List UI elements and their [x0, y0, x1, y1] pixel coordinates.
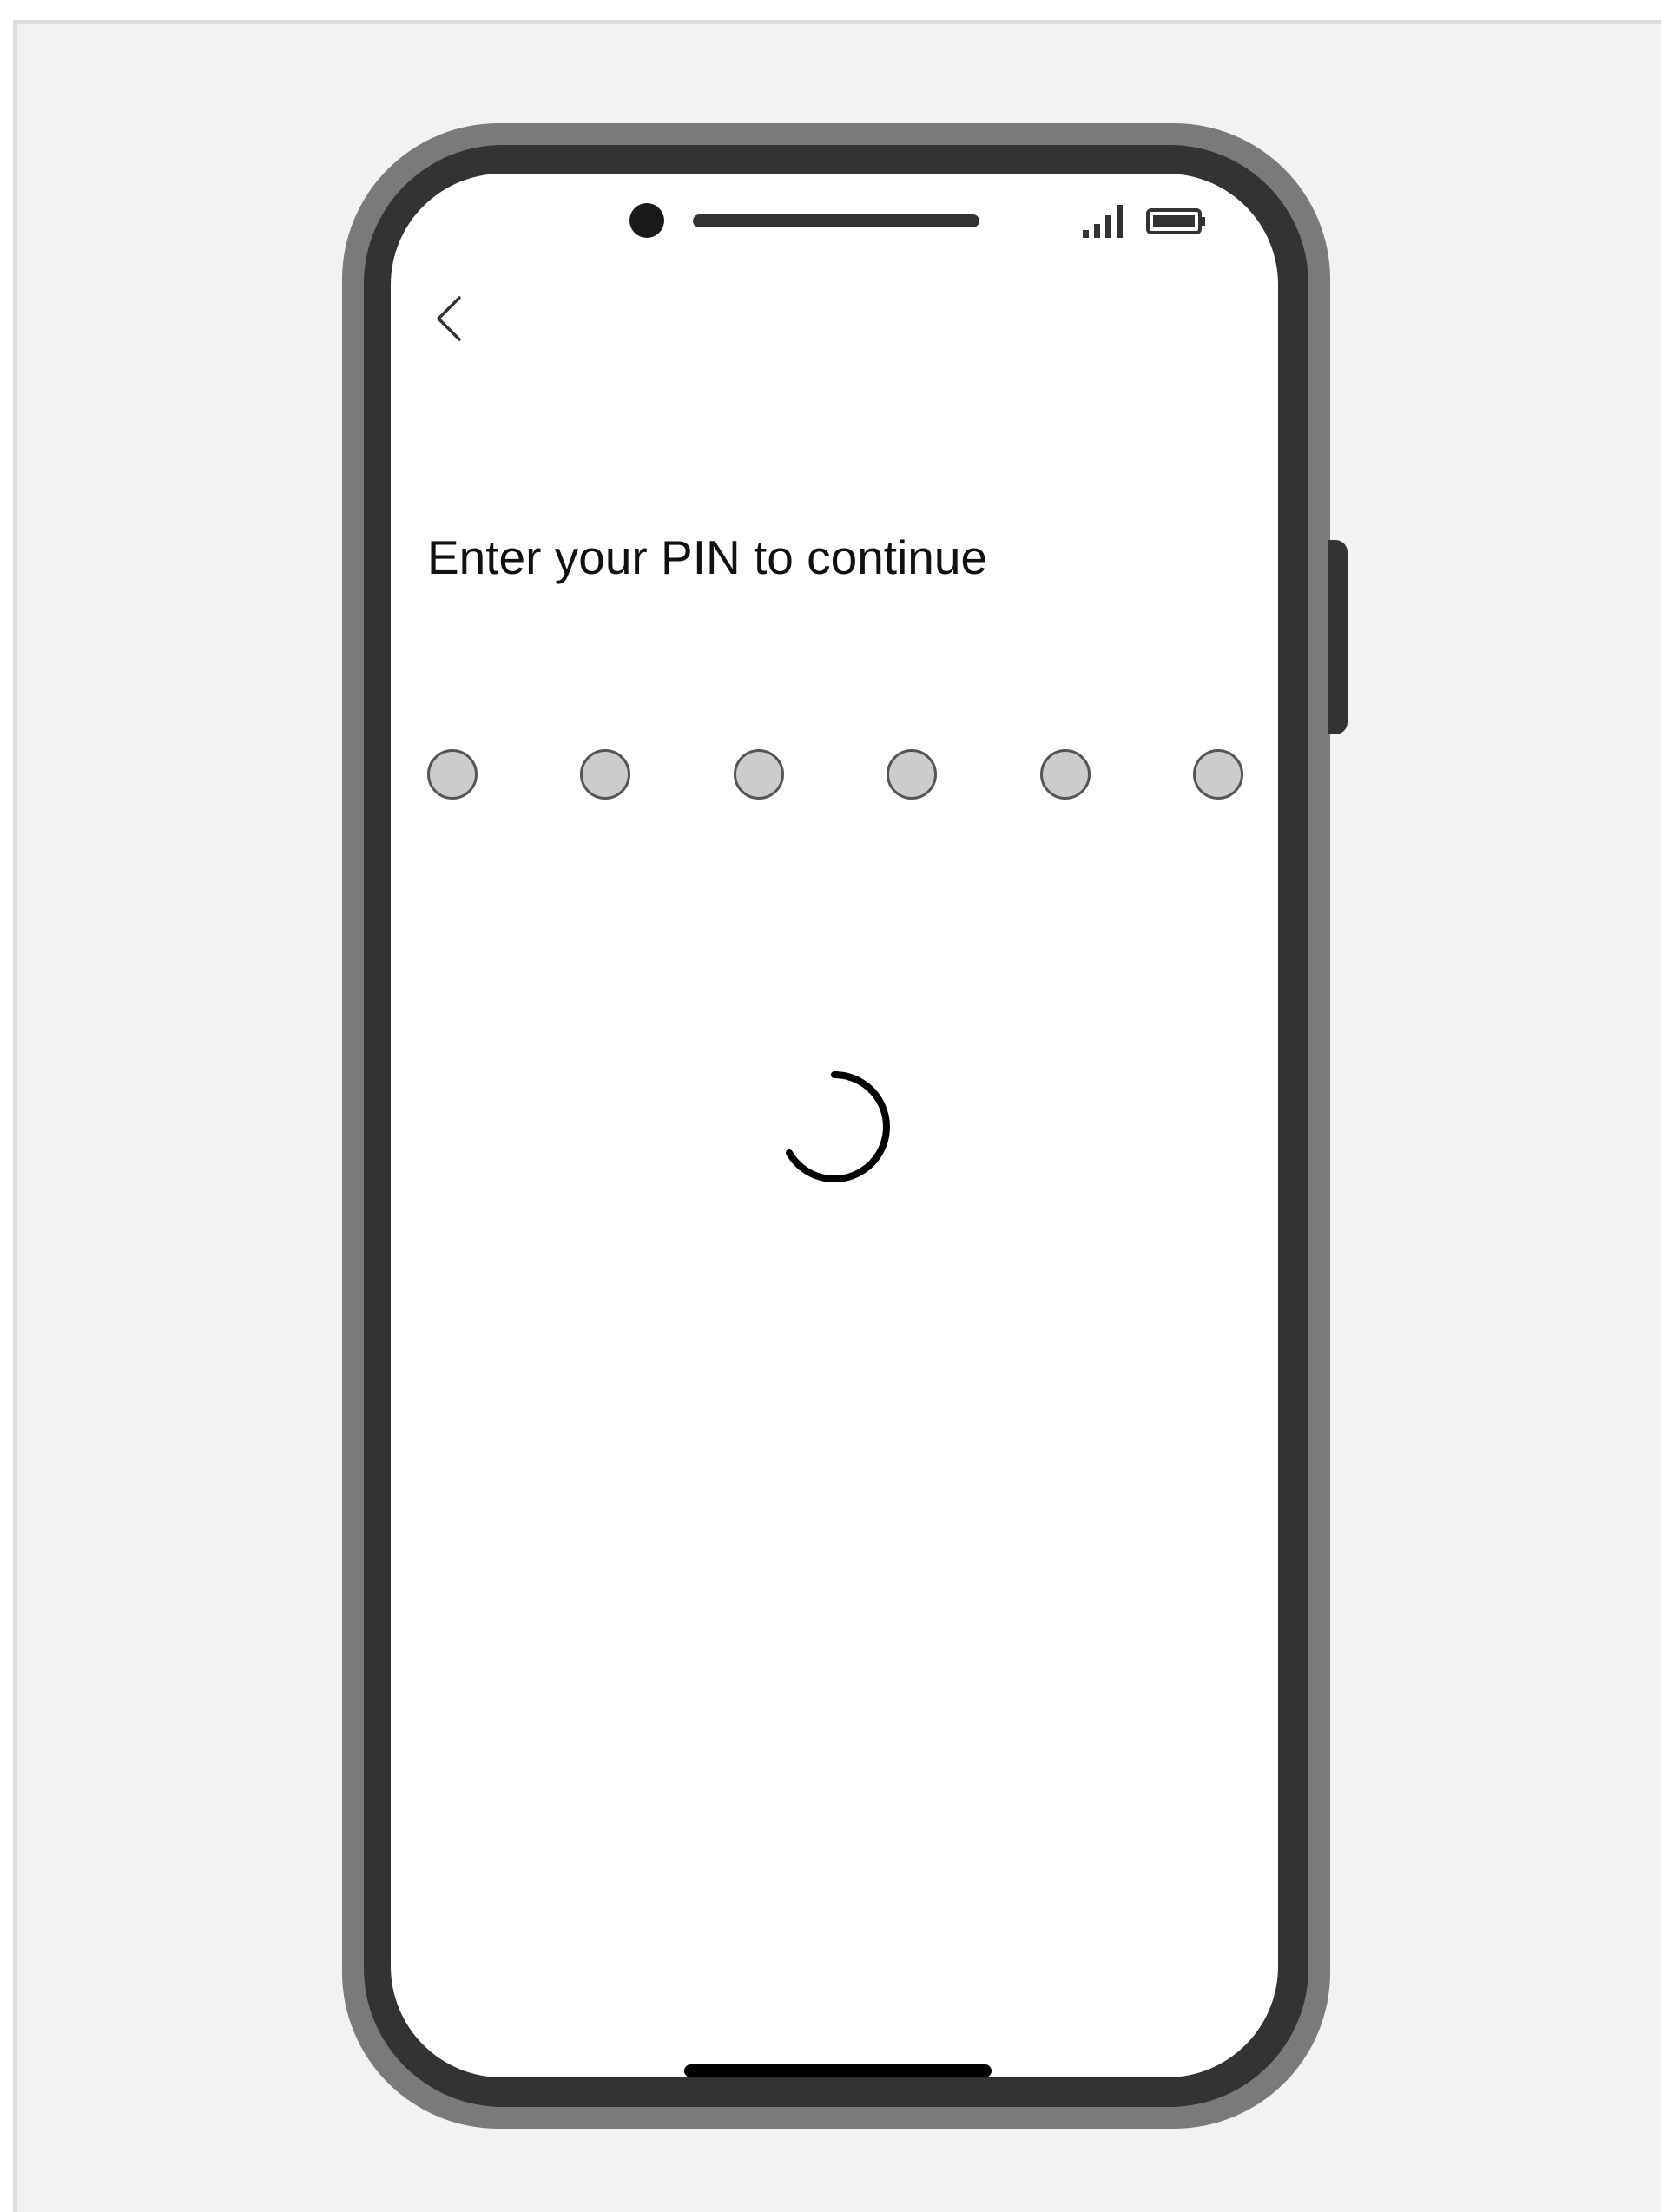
- pin-dot: [1039, 749, 1091, 800]
- home-indicator[interactable]: [684, 2064, 992, 2077]
- pin-dot: [1192, 749, 1243, 800]
- camera-icon: [629, 203, 664, 238]
- pin-dot: [887, 749, 938, 800]
- page-title: Enter your PIN to continue: [427, 530, 988, 584]
- pin-dot: [733, 749, 784, 800]
- pin-dot: [427, 749, 478, 800]
- speaker-grille: [693, 214, 979, 227]
- signal-bars-icon: [1083, 205, 1123, 238]
- battery-icon: [1146, 208, 1205, 234]
- pin-indicator: [427, 747, 1243, 802]
- phone-screen: Enter your PIN to continue: [391, 174, 1278, 2077]
- phone-side-button: [1328, 540, 1348, 734]
- chevron-left-icon: [437, 296, 461, 341]
- pin-dot: [580, 749, 631, 800]
- back-button[interactable]: [427, 288, 471, 349]
- loading-spinner-icon: [786, 1071, 890, 1182]
